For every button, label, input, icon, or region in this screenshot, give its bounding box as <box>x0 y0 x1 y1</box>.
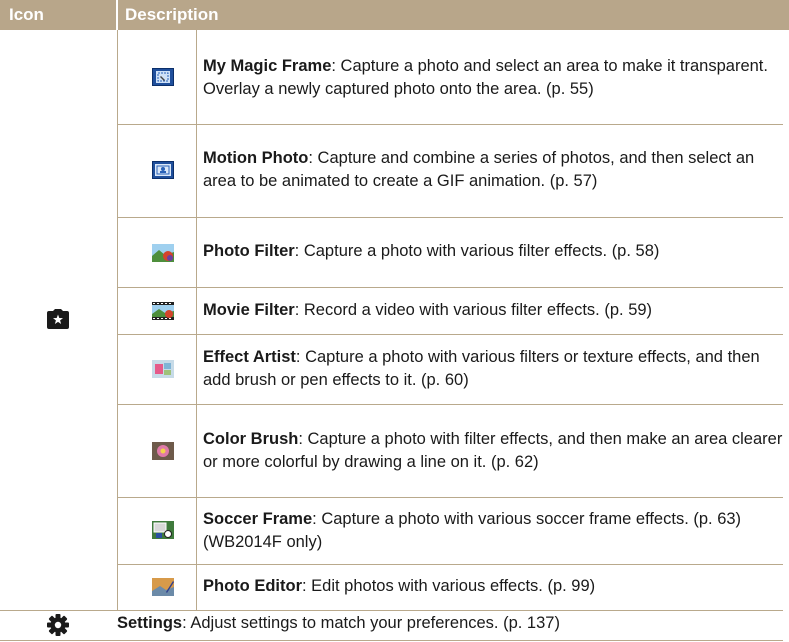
row-rule <box>117 124 783 125</box>
mode-text: : Record a video with various filter eff… <box>294 301 653 319</box>
row-rule <box>117 497 783 498</box>
mode-title: Movie Filter <box>203 301 295 319</box>
soccer-frame-icon <box>152 521 174 539</box>
movie-filter-icon <box>152 302 174 320</box>
table-header: Icon Description <box>0 0 789 30</box>
my-magic-frame-icon <box>152 68 174 86</box>
photo-editor-icon <box>152 578 174 596</box>
header-icon-label: Icon <box>9 5 44 24</box>
settings-title: Settings <box>117 614 183 632</box>
settings-description: Settings: Adjust settings to match your … <box>117 612 777 635</box>
motion-photo-icon <box>152 161 174 179</box>
mode-description-movie-filter: Movie Filter: Record a video with variou… <box>203 299 783 322</box>
mode-description-motion-photo: Motion Photo: Capture and combine a seri… <box>203 147 783 193</box>
mode-description-my-magic-frame: My Magic Frame: Capture a photo and sele… <box>203 55 783 101</box>
mode-description-effect-artist: Effect Artist: Capture a photo with vari… <box>203 346 783 392</box>
row-rule <box>117 404 783 405</box>
mode-text: : Edit photos with various effects. (p. … <box>301 577 596 595</box>
mode-title: Color Brush <box>203 430 299 448</box>
column-rule-inner <box>196 30 197 610</box>
effect-artist-icon <box>152 360 174 378</box>
icon-table: Icon Description My Magic Frame: Capture… <box>0 0 789 642</box>
mode-title: Motion Photo <box>203 149 309 167</box>
mode-description-photo-editor: Photo Editor: Edit photos with various e… <box>203 575 783 598</box>
color-brush-icon <box>152 442 174 460</box>
header-description-label: Description <box>125 5 219 24</box>
row-rule <box>117 217 783 218</box>
table-rule <box>0 610 783 611</box>
row-rule <box>117 334 783 335</box>
mode-text: : Capture a photo with various filter ef… <box>294 242 660 260</box>
mode-description-photo-filter: Photo Filter: Capture a photo with vario… <box>203 240 783 263</box>
photo-filter-icon <box>152 244 174 262</box>
mode-description-color-brush: Color Brush: Capture a photo with filter… <box>203 428 783 474</box>
settings-gear-icon <box>47 614 69 636</box>
header-icon-cell: Icon <box>0 0 116 30</box>
mode-title: Photo Editor <box>203 577 302 595</box>
row-rule <box>117 287 783 288</box>
mode-title: Photo Filter <box>203 242 295 260</box>
row-rule <box>117 564 783 565</box>
column-rule-left <box>117 30 118 610</box>
mode-description-soccer-frame: Soccer Frame: Capture a photo with vario… <box>203 508 783 554</box>
mode-title: My Magic Frame <box>203 57 332 75</box>
camera-star-icon <box>46 308 70 330</box>
header-separator <box>116 0 118 30</box>
settings-text: : Adjust settings to match your preferen… <box>182 614 560 632</box>
table-bottom-rule <box>0 640 783 641</box>
mode-title: Soccer Frame <box>203 510 313 528</box>
mode-title: Effect Artist <box>203 348 296 366</box>
